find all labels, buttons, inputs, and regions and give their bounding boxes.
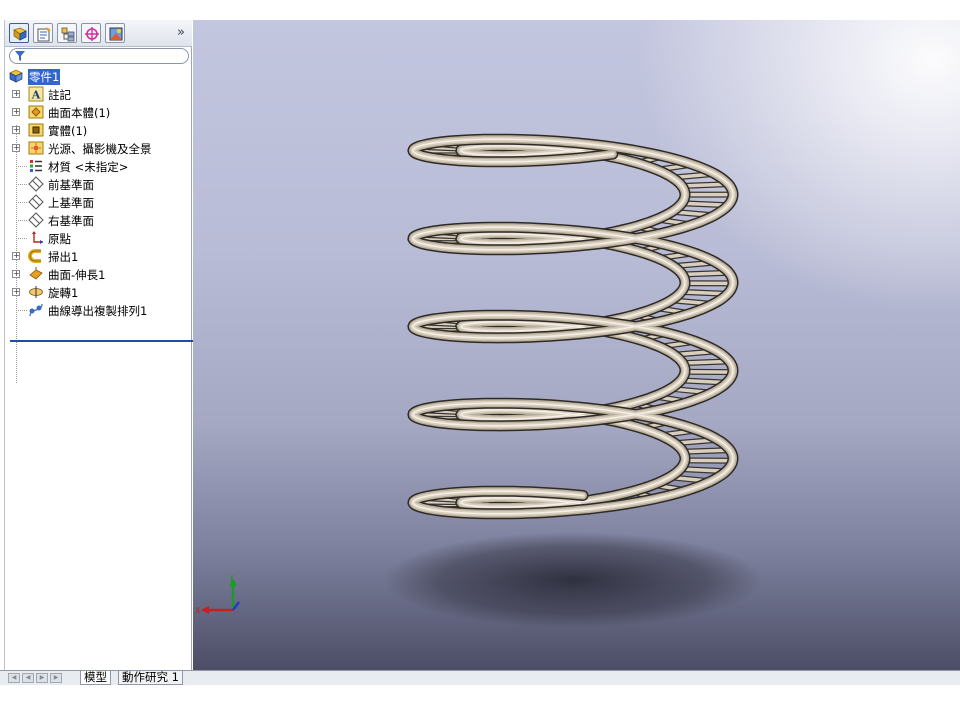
- tree-item-label: 旋轉1: [48, 286, 79, 300]
- nav-next-button[interactable]: ▶: [36, 673, 48, 683]
- annotations-icon: A: [28, 86, 44, 102]
- tree-item-label: 曲面-伸長1: [48, 268, 106, 282]
- surface-bodies-icon: [28, 105, 44, 119]
- tree-item-front-plane[interactable]: 前基準面: [5, 175, 192, 193]
- expand-toggle[interactable]: +: [12, 270, 20, 278]
- tree-item-right-plane[interactable]: 右基準面: [5, 211, 192, 229]
- dimxpert-icon: [85, 27, 99, 41]
- tree-connector: [16, 202, 27, 203]
- tree-root-part[interactable]: 零件1: [5, 67, 192, 85]
- tree-item-label: 掃出1: [48, 250, 79, 264]
- lights-cameras-icon: [28, 141, 44, 155]
- tree-item-label: 上基準面: [48, 196, 94, 210]
- surface-extrude-icon: [29, 267, 43, 280]
- sweep-icon: [28, 249, 41, 263]
- tree-item-label: 曲線導出複製排列1: [48, 304, 148, 318]
- tree-item-label: 前基準面: [48, 178, 94, 192]
- filter-icon: [15, 51, 25, 61]
- nav-last-button[interactable]: ▶: [50, 673, 62, 683]
- display-manager-icon: [109, 27, 123, 41]
- panel-tab-bar: »: [5, 20, 192, 47]
- origin-icon: [32, 231, 43, 244]
- spring-model[interactable]: Y X: [193, 20, 960, 672]
- tree-connector: [16, 310, 27, 311]
- tree-item-surface-bodies[interactable]: + 曲面本體(1): [5, 103, 192, 121]
- tree-item-revolve[interactable]: + 旋轉1: [5, 283, 192, 301]
- svg-text:A: A: [31, 89, 41, 102]
- tree-item-label: 右基準面: [48, 214, 94, 228]
- bottom-tab-bar: ◀ ◀ ▶ ▶ 模型 動作研究 1: [0, 670, 960, 685]
- part-icon: [9, 69, 23, 83]
- feature-manager-panel: » 零件1 + A 註記 + 曲面本體(1) + 實體(1) + 光源、攝影機及…: [4, 20, 194, 670]
- tree-filter-input[interactable]: [9, 48, 189, 64]
- plane-icon: [28, 176, 44, 192]
- solid-bodies-icon: [28, 123, 44, 137]
- expand-toggle[interactable]: +: [12, 90, 20, 98]
- tree-item-material[interactable]: 材質 <未指定>: [5, 157, 192, 175]
- tree-item-label: 光源、攝影機及全景: [48, 142, 152, 156]
- expand-toggle[interactable]: +: [12, 252, 20, 260]
- tabs-more-button[interactable]: »: [177, 25, 185, 40]
- tree-item-sweep[interactable]: + 掃出1: [5, 247, 192, 265]
- helical-coils: [407, 133, 739, 520]
- tree-item-label: 曲面本體(1): [48, 106, 111, 120]
- property-manager-tab[interactable]: [33, 23, 53, 43]
- tree-root-label: 零件1: [28, 69, 61, 85]
- tree-connector: [16, 220, 27, 221]
- revolve-icon: [29, 286, 43, 298]
- nav-first-button[interactable]: ◀: [8, 673, 20, 683]
- tab-model[interactable]: 模型: [80, 671, 111, 685]
- triad-x-label: X: [195, 606, 201, 615]
- dimxpert-tab[interactable]: [81, 23, 101, 43]
- top-strip: [0, 0, 960, 20]
- tree-item-label: 註記: [48, 88, 71, 102]
- display-manager-tab[interactable]: [105, 23, 125, 43]
- feature-manager-tab[interactable]: [9, 23, 29, 43]
- rollback-bar[interactable]: [10, 340, 194, 342]
- tree-connector: [16, 184, 27, 185]
- tree-item-annotations[interactable]: + A 註記: [5, 85, 192, 103]
- graphics-viewport[interactable]: Y X: [193, 20, 960, 672]
- expand-toggle[interactable]: +: [12, 126, 20, 134]
- expand-toggle[interactable]: +: [12, 144, 20, 152]
- expand-toggle[interactable]: +: [12, 288, 20, 296]
- tree-item-label: 材質 <未指定>: [48, 160, 129, 174]
- tree-item-label: 原點: [48, 232, 71, 246]
- curve-pattern-icon: [29, 303, 43, 317]
- property-manager-icon: [37, 27, 51, 42]
- model-shadow: [383, 532, 763, 628]
- tree-item-solid-bodies[interactable]: + 實體(1): [5, 121, 192, 139]
- tree-connector: [16, 238, 27, 239]
- configuration-manager-tab[interactable]: [57, 23, 77, 43]
- configuration-manager-icon: [61, 27, 75, 42]
- feature-manager-icon: [13, 27, 27, 41]
- expand-toggle[interactable]: +: [12, 108, 20, 116]
- tree-item-surface-extrude[interactable]: + 曲面-伸長1: [5, 265, 192, 283]
- tree-item-origin[interactable]: 原點: [5, 229, 192, 247]
- coordinate-triad: Y X: [195, 574, 240, 615]
- triad-y-label: Y: [228, 574, 234, 583]
- nav-prev-button[interactable]: ◀: [22, 673, 34, 683]
- tree-item-curve-pattern[interactable]: 曲線導出複製排列1: [5, 301, 192, 319]
- plane-icon: [28, 194, 44, 210]
- feature-tree: 零件1 + A 註記 + 曲面本體(1) + 實體(1) + 光源、攝影機及全景…: [5, 67, 192, 383]
- tree-item-label: 實體(1): [48, 124, 88, 138]
- plane-icon: [28, 212, 44, 228]
- tree-item-top-plane[interactable]: 上基準面: [5, 193, 192, 211]
- tab-motion-study[interactable]: 動作研究 1: [118, 671, 183, 685]
- tree-connector: [16, 166, 27, 167]
- material-icon: [30, 160, 42, 172]
- tree-item-lights-cameras[interactable]: + 光源、攝影機及全景: [5, 139, 192, 157]
